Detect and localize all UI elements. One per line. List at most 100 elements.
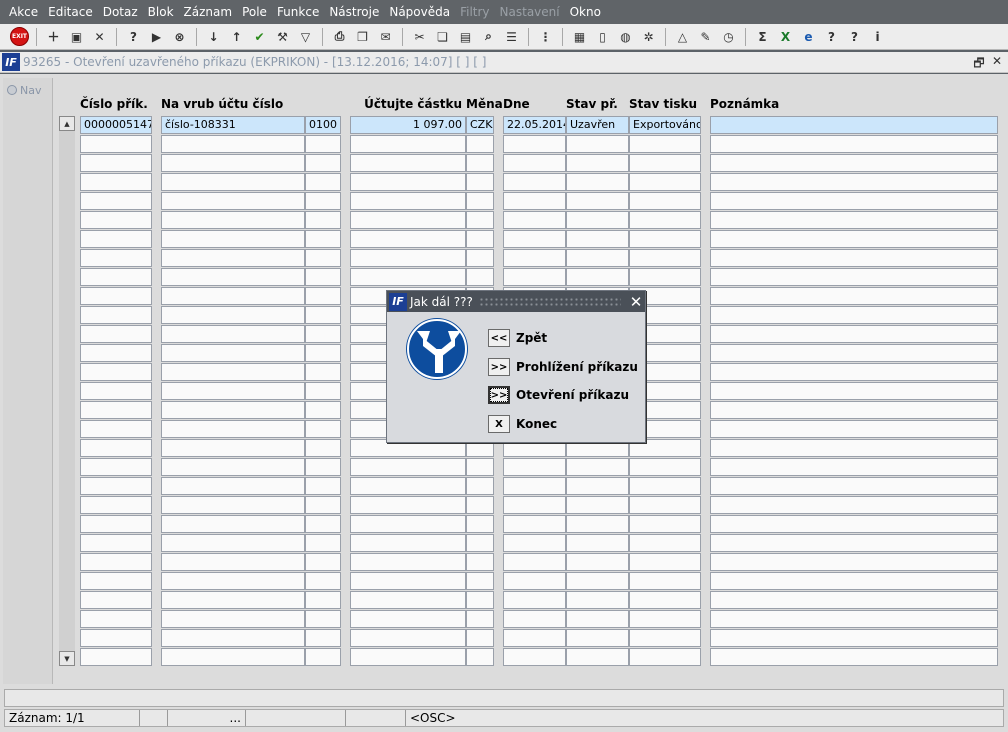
cell-dne[interactable]	[503, 211, 566, 229]
cell-tisk[interactable]	[629, 268, 701, 286]
cell-tisk[interactable]	[629, 458, 701, 476]
cell-castka[interactable]	[350, 173, 466, 191]
cell-tisk[interactable]	[629, 230, 701, 248]
exit-icon[interactable]: EXIT	[9, 27, 30, 47]
excel-icon[interactable]: X	[775, 27, 796, 47]
sort-asc-icon[interactable]: ↓	[203, 27, 224, 47]
cell-dne[interactable]: 22.05.2014	[503, 116, 566, 134]
cell-kod[interactable]	[305, 591, 341, 609]
cell-mena[interactable]	[466, 553, 494, 571]
cell-poznamka[interactable]	[710, 401, 998, 419]
end-button[interactable]: X	[488, 415, 510, 433]
cell-castka[interactable]	[350, 534, 466, 552]
cell-ucet[interactable]	[161, 154, 305, 172]
cell-ucet[interactable]	[161, 648, 305, 666]
help-icon[interactable]: ?	[844, 27, 865, 47]
scroll-up-button[interactable]: ▲	[59, 116, 75, 131]
cell-kod[interactable]	[305, 401, 341, 419]
menu-akce[interactable]: Akce	[4, 0, 43, 24]
cell-poznamka[interactable]	[710, 363, 998, 381]
cell-poznamka[interactable]	[710, 553, 998, 571]
cell-poznamka[interactable]	[710, 192, 998, 210]
cell-castka[interactable]	[350, 458, 466, 476]
cut-icon[interactable]: ✂	[409, 27, 430, 47]
info-icon[interactable]: i	[867, 27, 888, 47]
browse-order-button-label[interactable]: Prohlížení příkazu	[516, 360, 638, 374]
cell-dne[interactable]	[503, 268, 566, 286]
tree-icon[interactable]: ⋮	[535, 27, 556, 47]
cell-mena[interactable]	[466, 249, 494, 267]
cell-poznamka[interactable]	[710, 306, 998, 324]
cell-cislo[interactable]	[80, 534, 152, 552]
cell-cislo[interactable]	[80, 496, 152, 514]
cell-poznamka[interactable]	[710, 154, 998, 172]
cell-tisk[interactable]	[629, 591, 701, 609]
copy-icon[interactable]: ❏	[432, 27, 453, 47]
cell-tisk[interactable]	[629, 629, 701, 647]
cell-kod[interactable]	[305, 363, 341, 381]
cell-kod[interactable]	[305, 230, 341, 248]
cell-dne[interactable]	[503, 534, 566, 552]
cell-mena[interactable]	[466, 230, 494, 248]
list-icon[interactable]: ☰	[501, 27, 522, 47]
cell-stav[interactable]	[566, 192, 629, 210]
cell-tisk[interactable]	[629, 135, 701, 153]
scroll-down-button[interactable]: ▼	[59, 651, 75, 666]
cell-kod[interactable]	[305, 496, 341, 514]
cell-cislo[interactable]	[80, 344, 152, 362]
dialog-title-bar[interactable]: IF Jak dál ??? ✕	[387, 291, 645, 312]
cell-kod[interactable]: 0100	[305, 116, 341, 134]
cell-ucet[interactable]	[161, 553, 305, 571]
cell-cislo[interactable]	[80, 629, 152, 647]
back-button-label[interactable]: Zpět	[516, 331, 547, 345]
cell-stav[interactable]	[566, 553, 629, 571]
cell-castka[interactable]	[350, 496, 466, 514]
cell-tisk[interactable]	[629, 249, 701, 267]
cell-ucet[interactable]	[161, 173, 305, 191]
end-button-label[interactable]: Konec	[516, 417, 557, 431]
cell-dne[interactable]	[503, 572, 566, 590]
cell-tisk[interactable]	[629, 648, 701, 666]
restore-icon[interactable]: 🗗	[972, 54, 986, 75]
cell-cislo[interactable]	[80, 211, 152, 229]
cell-tisk[interactable]	[629, 496, 701, 514]
cell-tisk[interactable]: Exportováno	[629, 116, 701, 134]
cell-castka[interactable]: 1 097.00	[350, 116, 466, 134]
cell-kod[interactable]	[305, 439, 341, 457]
cell-ucet[interactable]	[161, 344, 305, 362]
dialog-close-icon[interactable]: ✕	[627, 293, 645, 311]
cancel-query-icon[interactable]: ⊗	[169, 27, 190, 47]
cell-stav[interactable]	[566, 648, 629, 666]
save-icon[interactable]: ▣	[66, 27, 87, 47]
cell-poznamka[interactable]	[710, 610, 998, 628]
cell-mena[interactable]: CZK	[466, 116, 494, 134]
cell-cislo[interactable]	[80, 192, 152, 210]
cell-ucet[interactable]	[161, 230, 305, 248]
cell-cislo[interactable]	[80, 439, 152, 457]
cell-kod[interactable]	[305, 268, 341, 286]
cell-stav[interactable]	[566, 477, 629, 495]
cell-poznamka[interactable]	[710, 287, 998, 305]
menu-funkce[interactable]: Funkce	[272, 0, 324, 24]
print-icon[interactable]: ⎙	[329, 27, 350, 47]
scrollbar[interactable]: ▲ ▼	[59, 116, 75, 666]
cell-ucet[interactable]	[161, 306, 305, 324]
cell-poznamka[interactable]	[710, 572, 998, 590]
cell-tisk[interactable]	[629, 515, 701, 533]
delete-record-icon[interactable]: ✕	[89, 27, 110, 47]
cell-mena[interactable]	[466, 496, 494, 514]
cell-mena[interactable]	[466, 477, 494, 495]
cell-mena[interactable]	[466, 154, 494, 172]
cell-dne[interactable]	[503, 515, 566, 533]
cell-stav[interactable]	[566, 534, 629, 552]
cell-dne[interactable]	[503, 249, 566, 267]
cell-mena[interactable]	[466, 648, 494, 666]
cell-mena[interactable]	[466, 610, 494, 628]
cell-poznamka[interactable]	[710, 249, 998, 267]
cell-dne[interactable]	[503, 230, 566, 248]
cell-tisk[interactable]	[629, 477, 701, 495]
cell-poznamka[interactable]	[710, 268, 998, 286]
cell-castka[interactable]	[350, 477, 466, 495]
cell-tisk[interactable]	[629, 610, 701, 628]
cell-ucet[interactable]	[161, 268, 305, 286]
